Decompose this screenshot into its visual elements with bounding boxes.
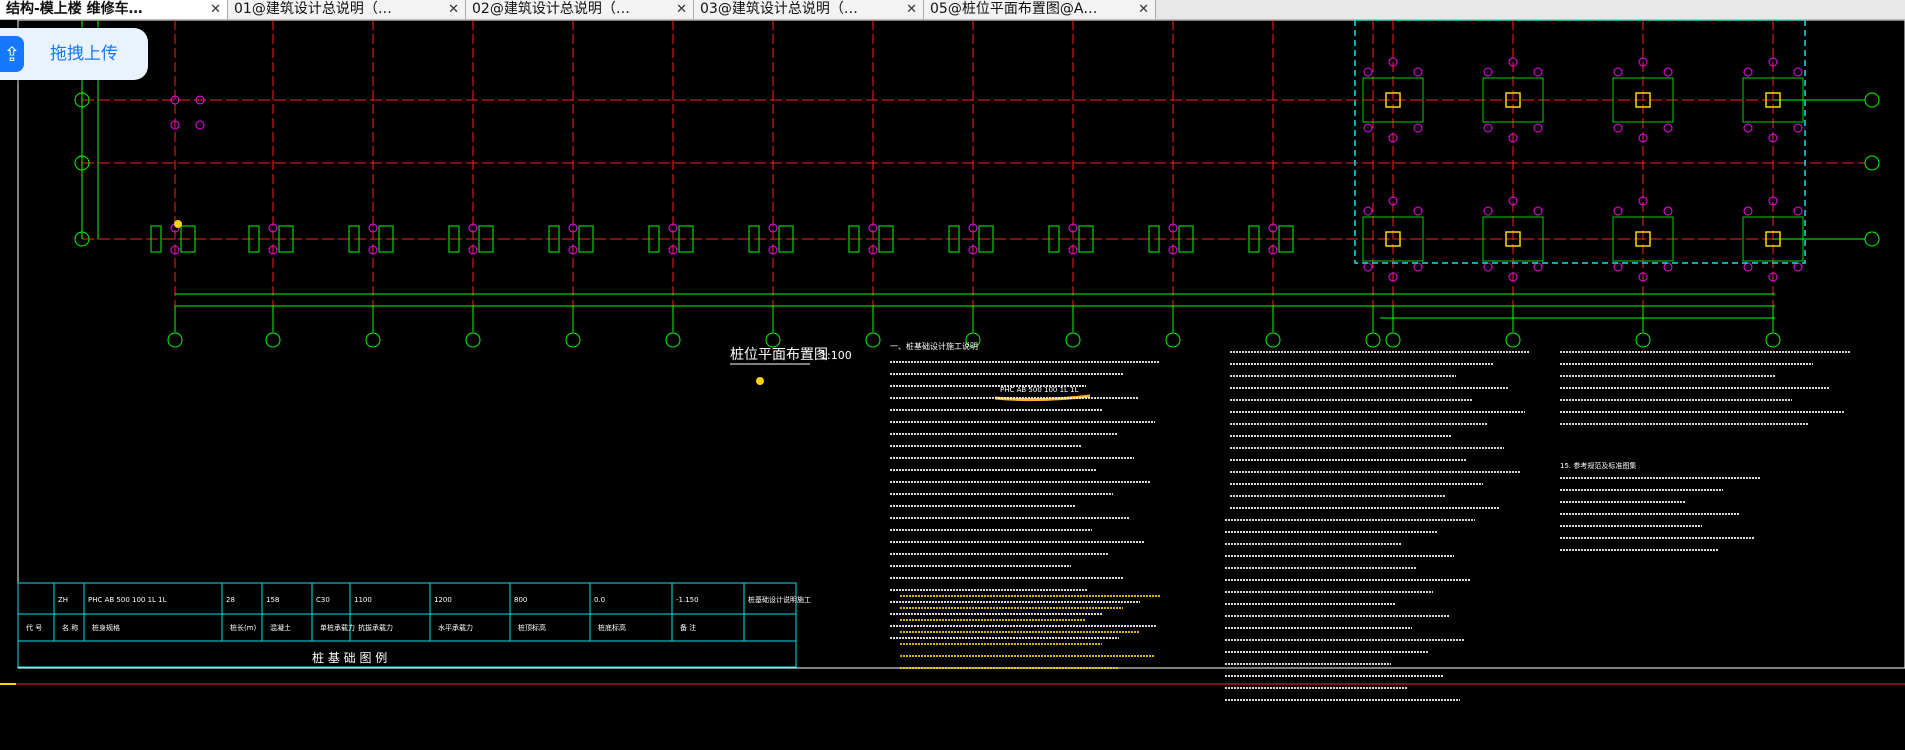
legend-header-cell: 名 称 <box>62 623 78 632</box>
notes-title: 一、桩基础设计施工说明 <box>890 341 978 351</box>
close-icon[interactable]: ✕ <box>210 0 221 19</box>
legend-cell: 0.0 <box>594 596 605 604</box>
tab-label: 05@桩位平面布置图@A… <box>930 1 1098 17</box>
close-icon[interactable]: ✕ <box>906 0 917 19</box>
legend-header-cell: 单桩承载力 <box>320 623 355 632</box>
tab-bar: 结构-模上楼 维修车… ✕ 01@建筑设计总说明（… ✕ 02@建筑设计总说明（… <box>0 0 1905 20</box>
tab-label: 02@建筑设计总说明（… <box>472 1 630 17</box>
tab-doc-01[interactable]: 01@建筑设计总说明（… ✕ <box>228 0 466 19</box>
legend-header-cell: 桩身规格 <box>92 623 120 632</box>
drag-upload-button[interactable]: ⇪ 拖拽上传 <box>0 28 148 80</box>
close-icon[interactable]: ✕ <box>448 0 459 19</box>
legend-cell: -1.150 <box>676 596 699 604</box>
tab-label: 03@建筑设计总说明（… <box>700 1 858 17</box>
tab-doc-05[interactable]: 05@桩位平面布置图@A… ✕ <box>924 0 1156 19</box>
pile-type-note: PHC AB 500 100 1L 1L <box>1000 386 1079 394</box>
legend-cell: 1100 <box>354 596 372 604</box>
legend-cell: C30 <box>316 596 330 604</box>
drawing-title: 桩位平面布置图 <box>730 346 828 363</box>
upload-icon: ⇪ <box>0 36 24 72</box>
legend-cell: 28 <box>226 596 235 604</box>
tab-label: 01@建筑设计总说明（… <box>234 1 392 17</box>
tab-doc-03[interactable]: 03@建筑设计总说明（… ✕ <box>694 0 924 19</box>
tab-doc-02[interactable]: 02@建筑设计总说明（… ✕ <box>466 0 694 19</box>
legend-header-cell: 代 号 <box>26 623 42 632</box>
legend-header-cell: 桩长(m) <box>230 623 257 632</box>
legend-header-cell: 备 注 <box>680 623 696 632</box>
legend-cell: ZH <box>58 596 68 604</box>
legend-header-cell: 桩底标高 <box>598 623 626 632</box>
legend-title: 桩 基 础 图 例 <box>312 650 387 665</box>
legend-cell: 桩基础设计说明施工 <box>748 595 811 604</box>
legend-cell: PHC AB 500 100 1L 1L <box>88 596 167 604</box>
legend-cell: 800 <box>514 596 527 604</box>
legend-cell: 158 <box>266 596 279 604</box>
close-icon[interactable]: ✕ <box>1138 0 1149 19</box>
legend-header-cell: 抗拔承载力 <box>358 623 393 632</box>
close-icon[interactable]: ✕ <box>676 0 687 19</box>
upload-label: 拖拽上传 <box>50 44 118 64</box>
legend-header-cell: 水平承载力 <box>438 623 473 632</box>
legend-header-cell: 桩顶标高 <box>518 623 546 632</box>
tab-structure[interactable]: 结构-模上楼 维修车… ✕ <box>0 0 228 19</box>
legend-cell: 1200 <box>434 596 452 604</box>
reference-title: 15. 参考规范及标准图集 <box>1560 461 1636 470</box>
legend-header-cell: 混凝土 <box>270 623 291 632</box>
drawing-scale: 1:100 <box>820 349 852 362</box>
cad-drawing-canvas[interactable]: 桩位平面布置图 1:100 桩 基 础 图 例 ZH PHC AB 500 100… <box>0 20 1905 750</box>
tab-label: 结构-模上楼 维修车… <box>6 1 143 17</box>
